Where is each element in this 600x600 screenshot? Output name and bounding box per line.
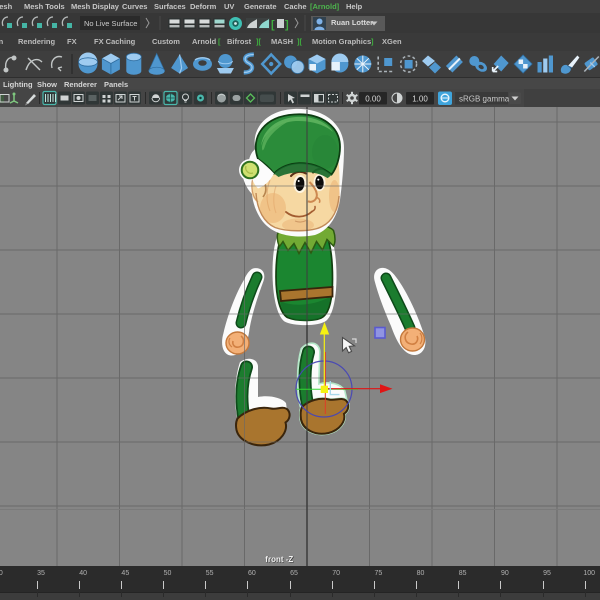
svg-text:[: [ (271, 19, 275, 31)
svg-text:front -Z: front -Z (265, 555, 293, 564)
svg-text:sRGB gamma: sRGB gamma (459, 95, 510, 104)
svg-text:]: ] (285, 19, 289, 31)
svg-text:No Live Surface: No Live Surface (84, 19, 137, 28)
svg-text:0.00: 0.00 (365, 95, 381, 104)
svg-text:1.00: 1.00 (412, 95, 428, 104)
